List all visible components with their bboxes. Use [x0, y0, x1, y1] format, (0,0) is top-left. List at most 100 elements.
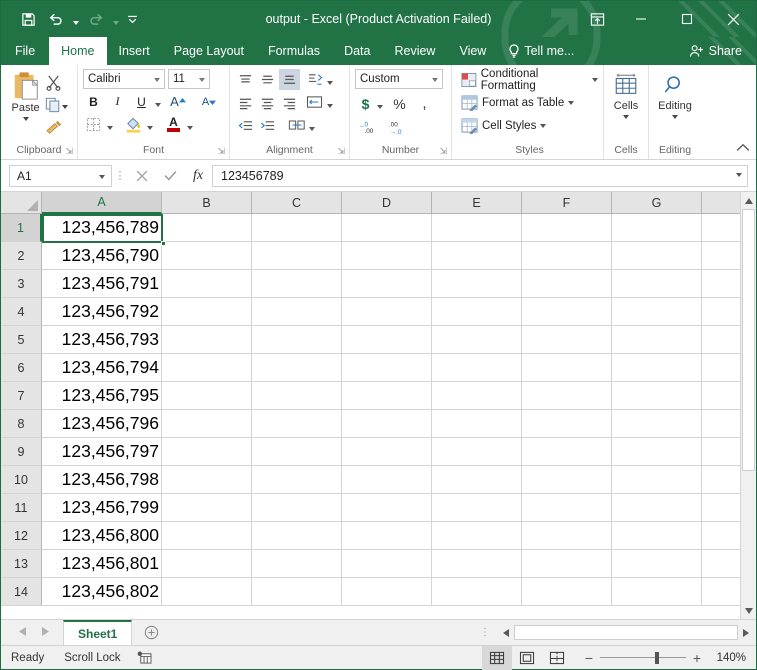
zoom-slider-thumb[interactable]: [655, 651, 659, 664]
redo-icon[interactable]: [83, 6, 109, 32]
font-name-combo[interactable]: Calibri: [83, 69, 165, 89]
copy-dropdown-icon[interactable]: [62, 104, 69, 109]
column-header-c[interactable]: C: [252, 192, 342, 213]
format-as-table-button[interactable]: Format as Table: [461, 92, 575, 113]
number-format-caret-icon[interactable]: [432, 78, 438, 82]
cell-G1[interactable]: [612, 214, 702, 242]
tab-file[interactable]: File: [1, 37, 49, 65]
cell-F6[interactable]: [522, 354, 612, 382]
horizontal-scrollbar[interactable]: [498, 625, 754, 640]
editing-button[interactable]: Editing: [654, 69, 696, 119]
cell-G5[interactable]: [612, 326, 702, 354]
cell-C6[interactable]: [252, 354, 342, 382]
cell-A3[interactable]: 123,456,791: [42, 270, 162, 298]
cell-C9[interactable]: [252, 438, 342, 466]
cell-G10[interactable]: [612, 466, 702, 494]
cell-A5[interactable]: 123,456,793: [42, 326, 162, 354]
sheet-splitter-grip[interactable]: ⋮: [472, 627, 498, 638]
fill-color-button[interactable]: [123, 114, 144, 135]
page-layout-view-button[interactable]: [512, 646, 542, 670]
cell-F1[interactable]: [522, 214, 612, 242]
maximize-icon[interactable]: [664, 1, 710, 37]
cell-B9[interactable]: [162, 438, 252, 466]
column-header-g[interactable]: G: [612, 192, 702, 213]
cell-E7[interactable]: [432, 382, 522, 410]
cell-C7[interactable]: [252, 382, 342, 410]
name-box-caret-icon[interactable]: [99, 174, 105, 179]
row-header-3[interactable]: 3: [1, 270, 42, 298]
cell-B4[interactable]: [162, 298, 252, 326]
cell-A7[interactable]: 123,456,795: [42, 382, 162, 410]
cell-G12[interactable]: [612, 522, 702, 550]
column-header-a[interactable]: A: [42, 192, 162, 214]
row-header-11[interactable]: 11: [1, 494, 42, 522]
cell-B1[interactable]: [162, 214, 252, 242]
cell-A2[interactable]: 123,456,790: [42, 242, 162, 270]
page-break-preview-button[interactable]: [542, 646, 572, 670]
cell-G6[interactable]: [612, 354, 702, 382]
cells-dropdown-icon[interactable]: [623, 115, 629, 119]
scroll-up-button[interactable]: [741, 192, 756, 209]
cell-F11[interactable]: [522, 494, 612, 522]
cell-E4[interactable]: [432, 298, 522, 326]
cell-D12[interactable]: [342, 522, 432, 550]
row-header-1[interactable]: 1: [1, 214, 42, 242]
row-header-13[interactable]: 13: [1, 550, 42, 578]
cell-F4[interactable]: [522, 298, 612, 326]
cell-C10[interactable]: [252, 466, 342, 494]
font-name-caret-icon[interactable]: [154, 78, 160, 82]
fill-color-dropdown-icon[interactable]: [147, 125, 153, 130]
italic-button[interactable]: I: [107, 91, 128, 112]
cell-E1[interactable]: [432, 214, 522, 242]
cell-B3[interactable]: [162, 270, 252, 298]
horizontal-scroll-thumb[interactable]: [514, 625, 738, 640]
insert-function-icon[interactable]: fx: [184, 165, 212, 187]
row-header-8[interactable]: 8: [1, 410, 42, 438]
comma-format-button[interactable]: ,: [414, 93, 435, 114]
cell-C2[interactable]: [252, 242, 342, 270]
tell-me-box[interactable]: Tell me...: [498, 37, 584, 65]
cell-F5[interactable]: [522, 326, 612, 354]
tab-formulas[interactable]: Formulas: [256, 37, 332, 65]
cell-E9[interactable]: [432, 438, 522, 466]
row-header-6[interactable]: 6: [1, 354, 42, 382]
cell-D7[interactable]: [342, 382, 432, 410]
minimize-icon[interactable]: [618, 1, 664, 37]
cell-C8[interactable]: [252, 410, 342, 438]
cell-D11[interactable]: [342, 494, 432, 522]
vertical-scroll-thumb[interactable]: [742, 209, 755, 471]
column-header-e[interactable]: E: [432, 192, 522, 213]
cell-F3[interactable]: [522, 270, 612, 298]
cell-E11[interactable]: [432, 494, 522, 522]
cell-D6[interactable]: [342, 354, 432, 382]
cell-D14[interactable]: [342, 578, 432, 606]
tab-home[interactable]: Home: [49, 37, 107, 65]
undo-icon[interactable]: [43, 6, 69, 32]
cell-G11[interactable]: [612, 494, 702, 522]
borders-dropdown-icon[interactable]: [107, 125, 113, 130]
cell-D8[interactable]: [342, 410, 432, 438]
cell-E12[interactable]: [432, 522, 522, 550]
cell-A8[interactable]: 123,456,796: [42, 410, 162, 438]
sheet-tab-sheet1[interactable]: Sheet1: [63, 620, 133, 645]
cell-C13[interactable]: [252, 550, 342, 578]
cell-D3[interactable]: [342, 270, 432, 298]
cell-E2[interactable]: [432, 242, 522, 270]
grow-font-button[interactable]: A: [164, 91, 192, 112]
bold-button[interactable]: B: [83, 91, 104, 112]
grid[interactable]: A B C D E F G 1 123,456,789 2 123,456,790 3 1…: [1, 192, 756, 619]
cell-B6[interactable]: [162, 354, 252, 382]
enter-formula-icon[interactable]: [156, 165, 184, 187]
ribbon-display-options-icon[interactable]: [576, 1, 618, 37]
name-box[interactable]: A1: [9, 164, 112, 187]
row-header-7[interactable]: 7: [1, 382, 42, 410]
cell-E8[interactable]: [432, 410, 522, 438]
cell-A4[interactable]: 123,456,792: [42, 298, 162, 326]
conditional-formatting-button[interactable]: Conditional Formatting: [461, 68, 598, 92]
cell-E14[interactable]: [432, 578, 522, 606]
cell-G3[interactable]: [612, 270, 702, 298]
cell-B14[interactable]: [162, 578, 252, 606]
cell-G13[interactable]: [612, 550, 702, 578]
cell-A12[interactable]: 123,456,800: [42, 522, 162, 550]
fill-handle[interactable]: [161, 241, 166, 246]
